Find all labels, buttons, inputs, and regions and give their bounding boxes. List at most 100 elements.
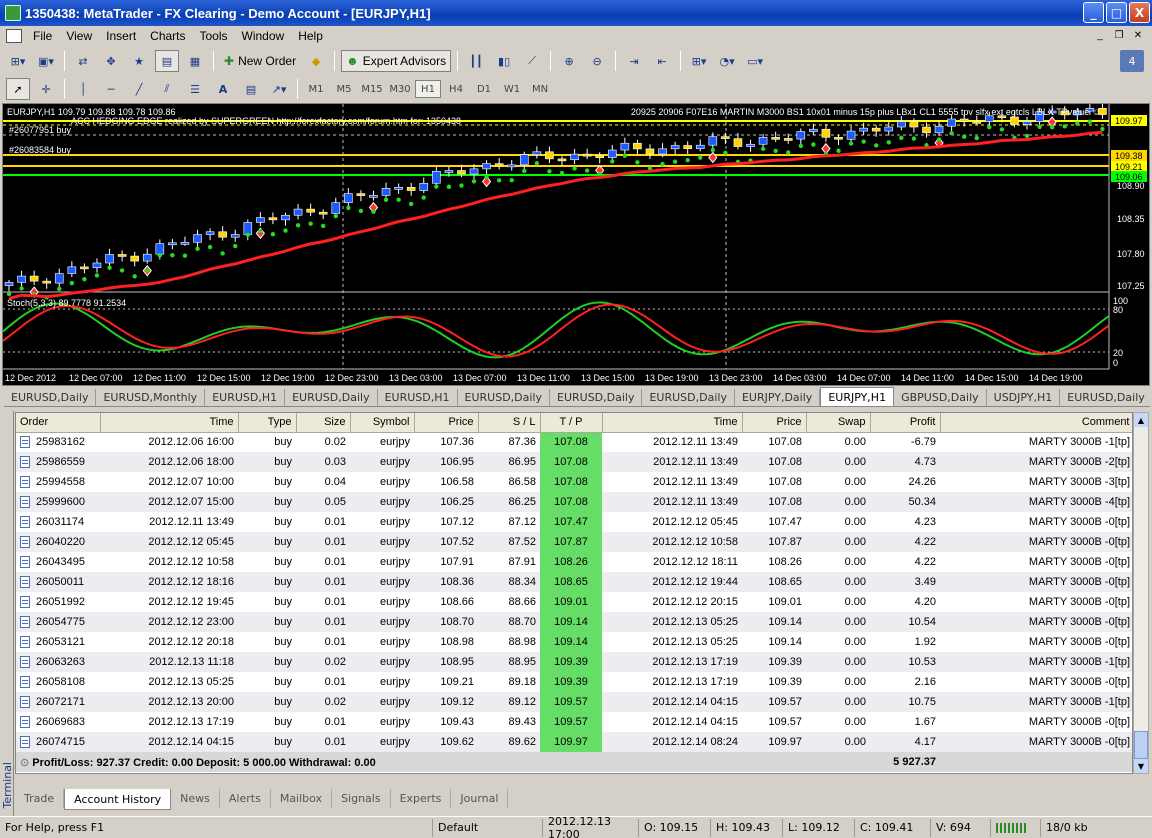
column-header[interactable]: T / P: [540, 413, 603, 433]
table-row[interactable]: 25994558 2012.12.07 10:00 buy 0.04 eurjpy 106…: [16, 472, 1132, 492]
menu-insert[interactable]: Insert: [99, 29, 143, 43]
menu-view[interactable]: View: [59, 29, 99, 43]
table-row[interactable]: 25999600 2012.12.07 15:00 buy 0.05 eurjpy 106…: [16, 492, 1132, 512]
cursor-icon[interactable]: ➚: [6, 78, 30, 100]
terminal-tab[interactable]: Trade: [15, 789, 65, 808]
zoom-out-icon[interactable]: ⊖: [585, 50, 609, 72]
new-chart-icon[interactable]: ⊞▾: [6, 50, 30, 72]
table-row[interactable]: 26069683 2012.12.13 17:19 buy 0.01 eurjpy 109…: [16, 712, 1132, 732]
column-header[interactable]: Order: [16, 413, 101, 433]
table-row[interactable]: 26050011 2012.12.12 18:16 buy 0.01 eurjpy 108…: [16, 572, 1132, 592]
timeframe-m30[interactable]: M30: [387, 80, 413, 98]
timeframe-h4[interactable]: H4: [443, 80, 469, 98]
counter-badge[interactable]: 4: [1120, 50, 1144, 72]
profiles-icon[interactable]: ▣▾: [34, 50, 58, 72]
chart-tab[interactable]: EURJPY,Daily: [735, 389, 821, 406]
chart-tab[interactable]: EURUSD,Monthly: [96, 389, 206, 406]
autoscroll-icon[interactable]: ⇥: [622, 50, 646, 72]
label-icon[interactable]: ▤: [239, 78, 263, 100]
vertical-scrollbar[interactable]: ▲ ▼: [1133, 412, 1149, 774]
scroll-thumb[interactable]: [1134, 731, 1148, 759]
menu-window[interactable]: Window: [235, 29, 292, 43]
mdi-minimize-icon[interactable]: _: [1092, 28, 1108, 42]
channel-icon[interactable]: ⫽: [155, 78, 179, 100]
chart-tab[interactable]: GBPUSD,Daily: [894, 389, 987, 406]
favorites-icon[interactable]: ★: [127, 50, 151, 72]
column-header[interactable]: Size: [296, 413, 351, 433]
terminal-tab[interactable]: News: [171, 789, 220, 808]
chart-tab[interactable]: EURUSD,Daily: [550, 389, 643, 406]
history-grid[interactable]: Order Time Type Size Symbol Price S / LT / P Ti…: [15, 412, 1133, 774]
chart-tab[interactable]: EURUSD,H1: [378, 389, 458, 406]
column-header[interactable]: Swap: [806, 413, 871, 433]
terminal-tab[interactable]: Alerts: [220, 789, 271, 808]
price-chart[interactable]: 108.90108.35107.80107.251008020012 Dec 2…: [3, 104, 1149, 385]
bar-chart-icon[interactable]: ┃┃: [464, 50, 488, 72]
chart-tab[interactable]: EURUSD,Daily: [285, 389, 378, 406]
crosshair-icon[interactable]: ✛: [34, 78, 58, 100]
arrows-icon[interactable]: ↗▾: [267, 78, 291, 100]
chart-shift-icon[interactable]: ⇤: [650, 50, 674, 72]
table-row[interactable]: 26063263 2012.12.13 11:18 buy 0.02 eurjpy 108…: [16, 652, 1132, 672]
chart-tab[interactable]: EURJPY,H1: [820, 387, 895, 406]
terminal-tab[interactable]: Mailbox: [271, 789, 333, 808]
terminal-tab[interactable]: Signals: [332, 789, 391, 808]
timeframe-mn[interactable]: MN: [527, 80, 553, 98]
column-header[interactable]: Price: [414, 413, 479, 433]
text-icon[interactable]: A: [211, 78, 235, 100]
column-header[interactable]: Symbol: [350, 413, 415, 433]
mdi-restore-icon[interactable]: ❐: [1111, 28, 1127, 42]
close-button[interactable]: X: [1129, 2, 1150, 23]
column-header[interactable]: S / L: [478, 413, 541, 433]
timeframe-m1[interactable]: M1: [303, 80, 329, 98]
line-chart-icon[interactable]: ⟋: [520, 50, 544, 72]
timeframe-w1[interactable]: W1: [499, 80, 525, 98]
scroll-down-icon[interactable]: ▼: [1134, 759, 1148, 773]
new-order-button[interactable]: ✚ New Order: [220, 50, 300, 72]
table-row[interactable]: 26051992 2012.12.12 19:45 buy 0.01 eurjpy 108…: [16, 592, 1132, 612]
chart-tab[interactable]: EURUSD,H1: [205, 389, 286, 406]
menu-tools[interactable]: Tools: [193, 29, 235, 43]
templates-icon[interactable]: ▭▾: [743, 50, 767, 72]
tester-icon[interactable]: ▦: [183, 50, 207, 72]
indicators-icon[interactable]: ⊞▾: [687, 50, 711, 72]
trendline-icon[interactable]: ╱: [127, 78, 151, 100]
terminal-tab[interactable]: Journal: [451, 789, 509, 808]
terminal-tab[interactable]: Experts: [391, 789, 452, 808]
timeframe-h1[interactable]: H1: [415, 80, 441, 98]
terminal-tab[interactable]: Account History: [64, 789, 172, 810]
table-row[interactable]: 25986559 2012.12.06 18:00 buy 0.03 eurjpy 106…: [16, 452, 1132, 472]
column-header[interactable]: Time: [100, 413, 239, 433]
minimize-button[interactable]: _: [1083, 2, 1104, 23]
table-row[interactable]: 26031174 2012.12.11 13:49 buy 0.01 eurjpy 107…: [16, 512, 1132, 532]
table-row[interactable]: 26040220 2012.12.12 05:45 buy 0.01 eurjpy 107…: [16, 532, 1132, 552]
navigator-icon[interactable]: ✥: [99, 50, 123, 72]
vertical-line-icon[interactable]: │: [71, 78, 95, 100]
table-row[interactable]: 26053121 2012.12.12 20:18 buy 0.01 eurjpy 108…: [16, 632, 1132, 652]
timeframe-m15[interactable]: M15: [359, 80, 385, 98]
chart-window[interactable]: 108.90 108.35 107.80 107.25 100 80 20 0 12 Dec 2…: [2, 103, 1150, 386]
column-header[interactable]: Time: [602, 413, 743, 433]
column-header[interactable]: Comment: [940, 413, 1132, 433]
column-header[interactable]: Price: [742, 413, 807, 433]
market-watch-icon[interactable]: ⇄: [71, 50, 95, 72]
terminal-toggle-icon[interactable]: ▤: [155, 50, 179, 72]
expert-advisors-button[interactable]: ☻ Expert Advisors: [341, 50, 452, 72]
chart-tab[interactable]: EURUSD,Daily: [4, 389, 97, 406]
candles-icon[interactable]: ▮▯: [492, 50, 516, 72]
menu-file[interactable]: File: [26, 29, 59, 43]
maximize-button[interactable]: □: [1106, 2, 1127, 23]
scroll-up-icon[interactable]: ▲: [1134, 413, 1148, 427]
terminal-sidebar[interactable]: Terminal: [0, 411, 14, 816]
chart-tab[interactable]: USDJPY,H1: [987, 389, 1061, 406]
table-row[interactable]: 26054775 2012.12.12 23:00 buy 0.01 eurjpy 108…: [16, 612, 1132, 632]
timeframe-m5[interactable]: M5: [331, 80, 357, 98]
chart-tab[interactable]: EURUSD,Daily: [642, 389, 735, 406]
table-row[interactable]: 26072171 2012.12.13 20:00 buy 0.02 eurjpy 109…: [16, 692, 1132, 712]
zoom-in-icon[interactable]: ⊕: [557, 50, 581, 72]
menu-charts[interactable]: Charts: [143, 29, 192, 43]
timeframe-d1[interactable]: D1: [471, 80, 497, 98]
table-row[interactable]: 25983162 2012.12.06 16:00 buy 0.02 eurjpy 107…: [16, 432, 1132, 452]
metaeditor-icon[interactable]: ◆: [304, 50, 328, 72]
table-row[interactable]: 26043495 2012.12.12 10:58 buy 0.01 eurjpy 107…: [16, 552, 1132, 572]
